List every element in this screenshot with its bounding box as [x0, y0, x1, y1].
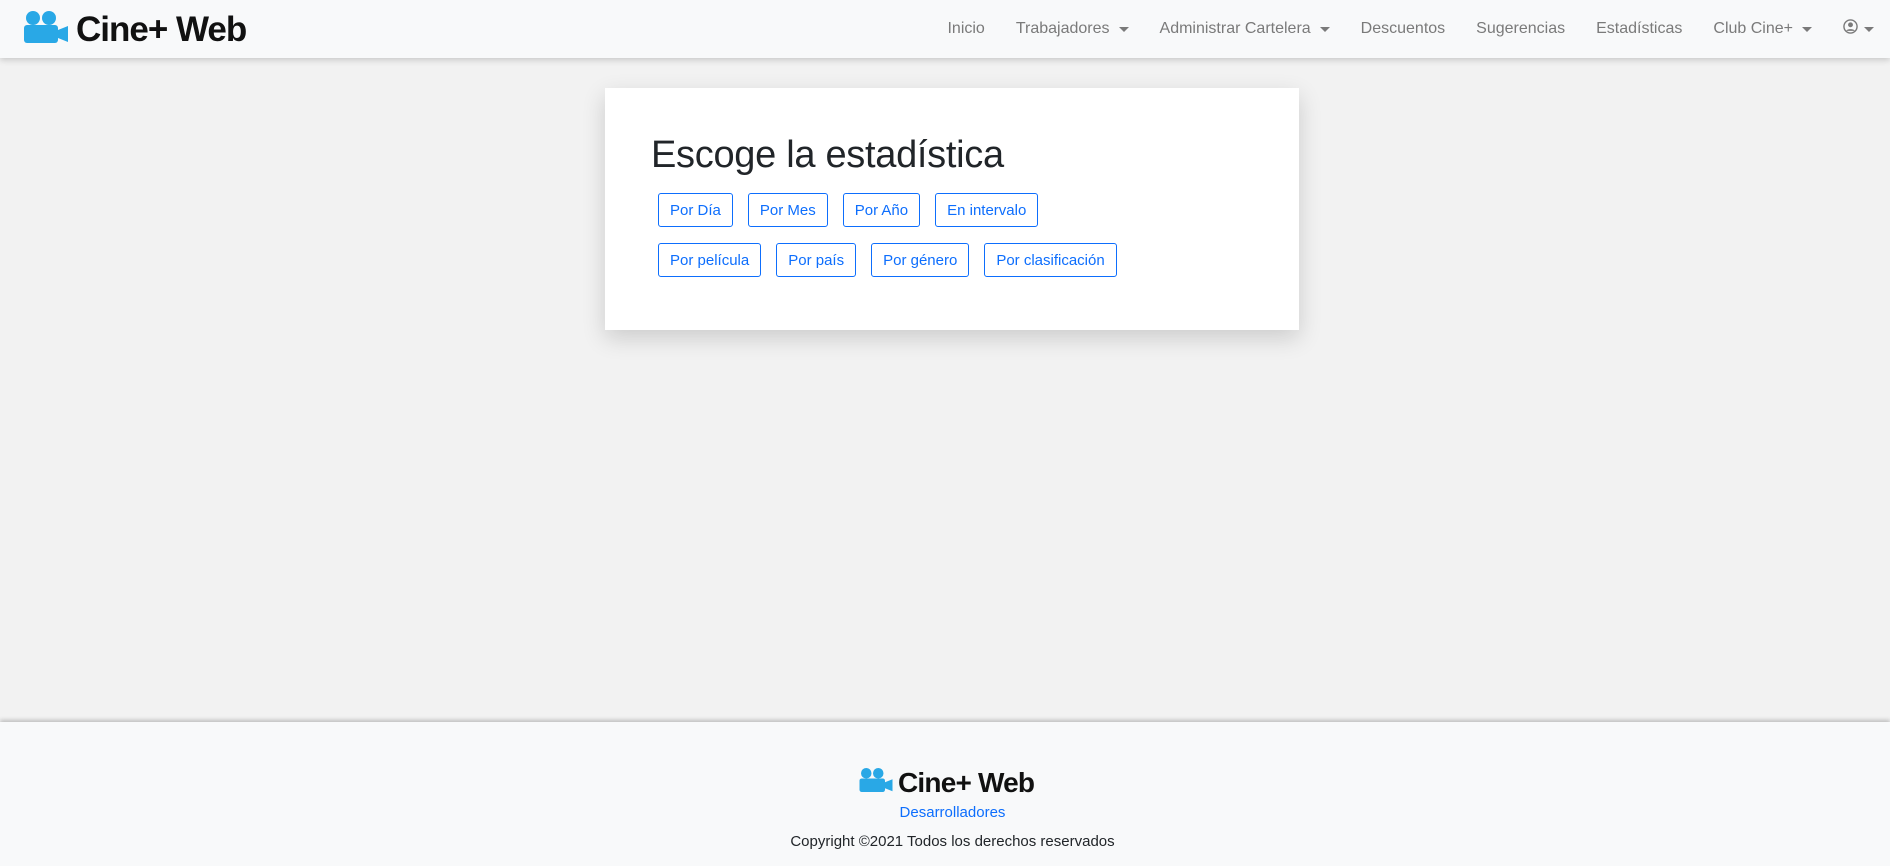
nav-item-estadisticas[interactable]: Estadísticas — [1581, 20, 1698, 38]
developers-link[interactable]: Desarrolladores — [0, 804, 1890, 821]
nav-item-label: Club Cine+ — [1713, 20, 1793, 37]
users-icon — [22, 10, 70, 49]
nav-item-club-cine[interactable]: Club Cine+ — [1698, 20, 1828, 38]
stats-card: Escoge la estadística Por Día Por Mes Po… — [605, 88, 1299, 330]
page-title: Escoge la estadística — [651, 134, 1004, 176]
user-circle-icon — [1843, 19, 1858, 39]
por-pelicula-button[interactable]: Por película — [658, 243, 762, 277]
nav-item-label: Inicio — [947, 20, 985, 37]
nav-item-trabajadores[interactable]: Trabajadores — [1000, 20, 1144, 38]
brand-logo[interactable]: Cine+ Web — [22, 7, 247, 51]
nav-item-sugerencias[interactable]: Sugerencias — [1461, 20, 1581, 38]
footer-brand-logo[interactable]: Cine+ Web — [858, 766, 1035, 798]
por-pais-button[interactable]: Por país — [776, 243, 857, 277]
caret-down-icon — [1319, 27, 1330, 32]
footer-brand-name: Cine+ Web — [898, 766, 1035, 798]
nav-item-label: Administrar Cartelera — [1159, 20, 1311, 37]
copyright-text: Copyright ©2021 Todos los derechos reser… — [790, 833, 1115, 850]
footer: Cine+ Web Desarrolladores Copyright ©202… — [0, 722, 1890, 866]
por-genero-button[interactable]: Por género — [871, 243, 970, 277]
caret-down-icon — [1802, 27, 1812, 32]
nav-item-label: Sugerencias — [1476, 20, 1566, 37]
nav-item-label: Trabajadores — [1015, 20, 1110, 37]
nav-item-label: Descuentos — [1360, 20, 1446, 37]
caret-down-icon — [1864, 27, 1874, 32]
stats-button-row-2: Por película Por país Por género Por cla… — [658, 243, 1132, 277]
user-menu[interactable] — [1828, 19, 1890, 39]
brand-name: Cine+ Web — [76, 9, 247, 49]
por-dia-button[interactable]: Por Día — [658, 193, 733, 227]
nav-links: Inicio Trabajadores Administrar Carteler… — [932, 0, 1890, 58]
nav-item-administrar-cartelera[interactable]: Administrar Cartelera — [1144, 20, 1345, 38]
top-navbar: Cine+ Web Inicio Trabajadores Administra… — [0, 0, 1890, 58]
nav-item-label: Estadísticas — [1596, 20, 1683, 37]
nav-item-inicio[interactable]: Inicio — [932, 20, 1000, 38]
users-icon — [858, 767, 894, 798]
por-anio-button[interactable]: Por Año — [842, 193, 921, 227]
en-intervalo-button[interactable]: En intervalo — [935, 193, 1039, 227]
stats-button-row-1: Por Día Por Mes Por Año En intervalo — [658, 193, 1053, 227]
por-mes-button[interactable]: Por Mes — [747, 193, 828, 227]
nav-item-descuentos[interactable]: Descuentos — [1345, 20, 1461, 38]
caret-down-icon — [1118, 27, 1129, 32]
por-clasificacion-button[interactable]: Por clasificación — [984, 243, 1117, 277]
